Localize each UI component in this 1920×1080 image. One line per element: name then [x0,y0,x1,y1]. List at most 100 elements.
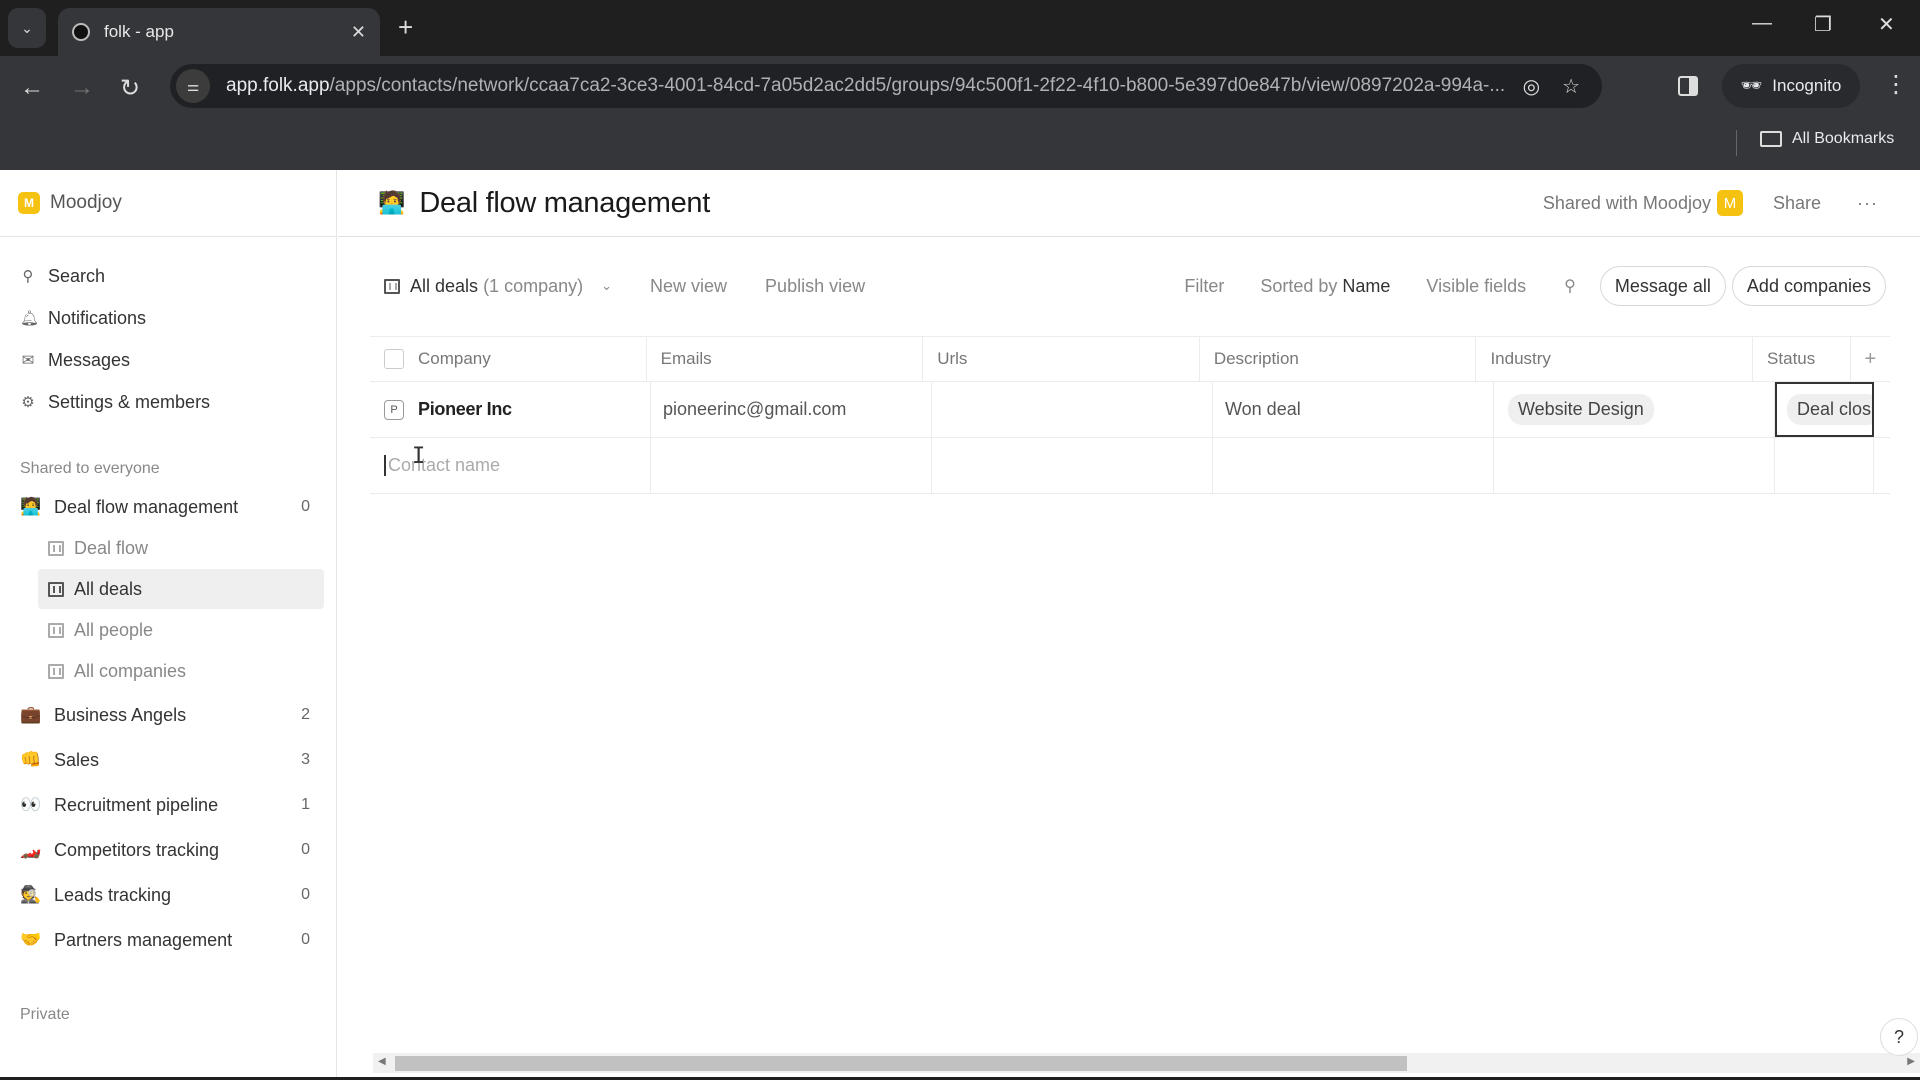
select-all-checkbox[interactable] [384,349,404,369]
text-cursor-icon: I [412,444,426,469]
share-button[interactable]: Share [1773,193,1821,214]
eyes-icon: 👀 [20,795,42,814]
sort-button[interactable]: Sorted by Name [1260,276,1390,297]
add-column-button[interactable]: + [1851,337,1890,381]
sidebar-group-sales[interactable]: 👊 Sales 3 [0,739,336,781]
eye-off-icon[interactable]: ◎ [1523,74,1540,99]
new-row: I [370,438,1890,494]
forward-button[interactable]: → [70,74,94,102]
sidebar-item-messages[interactable]: ✉ Messages [0,339,336,381]
browser-menu-icon[interactable]: ⋮ [1884,70,1908,99]
sidebar-view-all-people[interactable]: All people [38,610,324,650]
message-all-button[interactable]: Message all [1599,266,1726,306]
column-header-emails[interactable]: Emails [647,337,924,381]
detective-icon: 🕵️ [20,885,42,904]
search-icon: ⚲ [22,268,34,285]
search-icon[interactable]: ⚲ [1564,276,1576,296]
reload-button[interactable]: ↻ [120,74,140,103]
column-header-status[interactable]: Status [1753,337,1851,381]
new-view-button[interactable]: New view [650,276,727,297]
incognito-icon: 🕶 [1740,76,1763,95]
chevron-down-icon: ⌄ [601,278,613,293]
scroll-left-icon[interactable]: ◀ [378,1056,386,1067]
industry-cell[interactable]: Website Design [1494,382,1775,437]
sidebar-view-all-deals[interactable]: All deals [38,569,324,609]
empty-cell [1775,438,1874,493]
industry-tag: Website Design [1508,394,1654,425]
sidebar-view-deal-flow[interactable]: Deal flow [38,528,324,568]
folder-icon [1760,131,1782,147]
table-icon [48,663,64,679]
view-selector[interactable]: All deals (1 company) ⌄ [384,276,612,297]
race-car-icon: 🏎️ [20,840,42,859]
new-tab-button[interactable]: + [398,12,413,43]
column-header-industry[interactable]: Industry [1476,337,1754,381]
table-row[interactable]: P Pioneer Inc pioneerinc@gmail.com Won d… [370,382,1890,438]
description-cell[interactable]: Won deal [1213,382,1494,437]
tab-search-button[interactable]: ⌄ [8,8,46,48]
sidebar: M Moodjoy ⚲ Search 🔔︎ Notifications ✉ Me… [0,170,337,1080]
urls-cell[interactable] [932,382,1213,437]
sidebar-group-competitors-tracking[interactable]: 🏎️ Competitors tracking 0 [0,829,336,871]
company-cell[interactable]: P Pioneer Inc [370,382,651,437]
page-header: 🧑‍💻 Deal flow management Shared with Moo… [338,170,1920,237]
main-content: 🧑‍💻 Deal flow management Shared with Moo… [338,170,1920,1080]
visible-fields-button[interactable]: Visible fields [1426,276,1526,297]
horizontal-scrollbar[interactable]: ◀ ▶ [373,1053,1920,1073]
sidebar-group-leads-tracking[interactable]: 🕵️ Leads tracking 0 [0,874,336,916]
workspace-avatar: M [1716,190,1743,216]
sidebar-group-deal-flow-management[interactable]: 🧑‍💻 Deal flow management 0 [0,486,336,528]
all-bookmarks-button[interactable]: All Bookmarks [1760,130,1894,148]
browser-tab[interactable]: folk - app ✕ [58,8,380,56]
gear-icon: ⚙ [21,394,35,411]
company-name[interactable]: Pioneer Inc [418,399,512,420]
view-toolbar: All deals (1 company) ⌄ New view Publish… [338,237,1920,335]
email-cell[interactable]: pioneerinc@gmail.com [651,382,932,437]
sidebar-group-recruitment-pipeline[interactable]: 👀 Recruitment pipeline 1 [0,784,336,826]
restore-button[interactable]: ❐ [1814,12,1832,37]
group-count: 3 [301,751,310,768]
side-panel-icon[interactable] [1678,76,1698,96]
status-cell[interactable]: Deal clos [1775,382,1874,437]
favicon-icon [72,23,90,41]
group-count: 0 [301,498,310,515]
close-tab-icon[interactable]: ✕ [351,22,366,43]
sidebar-group-partners-management[interactable]: 🤝 Partners management 0 [0,919,336,961]
column-header-urls[interactable]: Urls [923,337,1200,381]
sidebar-view-all-companies[interactable]: All companies [38,651,324,691]
bookmarks-bar: All Bookmarks [0,118,1920,170]
publish-view-button[interactable]: Publish view [765,276,865,297]
column-header-description[interactable]: Description [1200,337,1477,381]
sidebar-item-notifications[interactable]: 🔔︎ Notifications [0,297,336,339]
more-options-icon[interactable]: ··· [1857,193,1878,214]
shared-with-indicator[interactable]: Shared with Moodjoy M [1543,190,1743,216]
column-header-company[interactable]: Company [370,337,647,381]
empty-cell [651,438,932,493]
workspace-switcher[interactable]: M Moodjoy [0,170,336,237]
star-icon[interactable]: ☆ [1562,74,1580,99]
group-count: 0 [301,931,310,948]
tab-bar: ⌄ folk - app ✕ + — ❐ ✕ [0,0,1920,56]
close-window-button[interactable]: ✕ [1878,12,1895,37]
filter-button[interactable]: Filter [1184,276,1224,297]
incognito-badge[interactable]: 🕶 Incognito [1722,64,1860,108]
workspace-badge: M [18,192,40,214]
address-bar[interactable]: ⚌ app.folk.app/apps/contacts/network/cca… [170,64,1602,108]
scroll-right-icon[interactable]: ▶ [1907,1056,1915,1067]
help-button[interactable]: ? [1880,1018,1918,1056]
empty-cell [1494,438,1775,493]
sidebar-item-settings[interactable]: ⚙ Settings & members [0,381,336,423]
url-text[interactable]: app.folk.app/apps/contacts/network/ccaa7… [226,75,1523,97]
table-icon [48,581,64,597]
folk-app: M Moodjoy ⚲ Search 🔔︎ Notifications ✉ Me… [0,170,1920,1080]
back-button[interactable]: ← [20,74,44,102]
site-settings-icon[interactable]: ⚌ [176,69,210,103]
sidebar-group-business-angels[interactable]: 💼 Business Angels 2 [0,694,336,736]
add-companies-button[interactable]: Add companies [1731,266,1886,306]
scrollbar-thumb[interactable] [395,1056,1407,1071]
group-count: 0 [301,886,310,903]
section-label-private: Private [20,1006,70,1023]
sidebar-item-search[interactable]: ⚲ Search [0,255,336,297]
minimize-button[interactable]: — [1752,12,1772,35]
new-contact-cell[interactable]: I [370,438,651,493]
